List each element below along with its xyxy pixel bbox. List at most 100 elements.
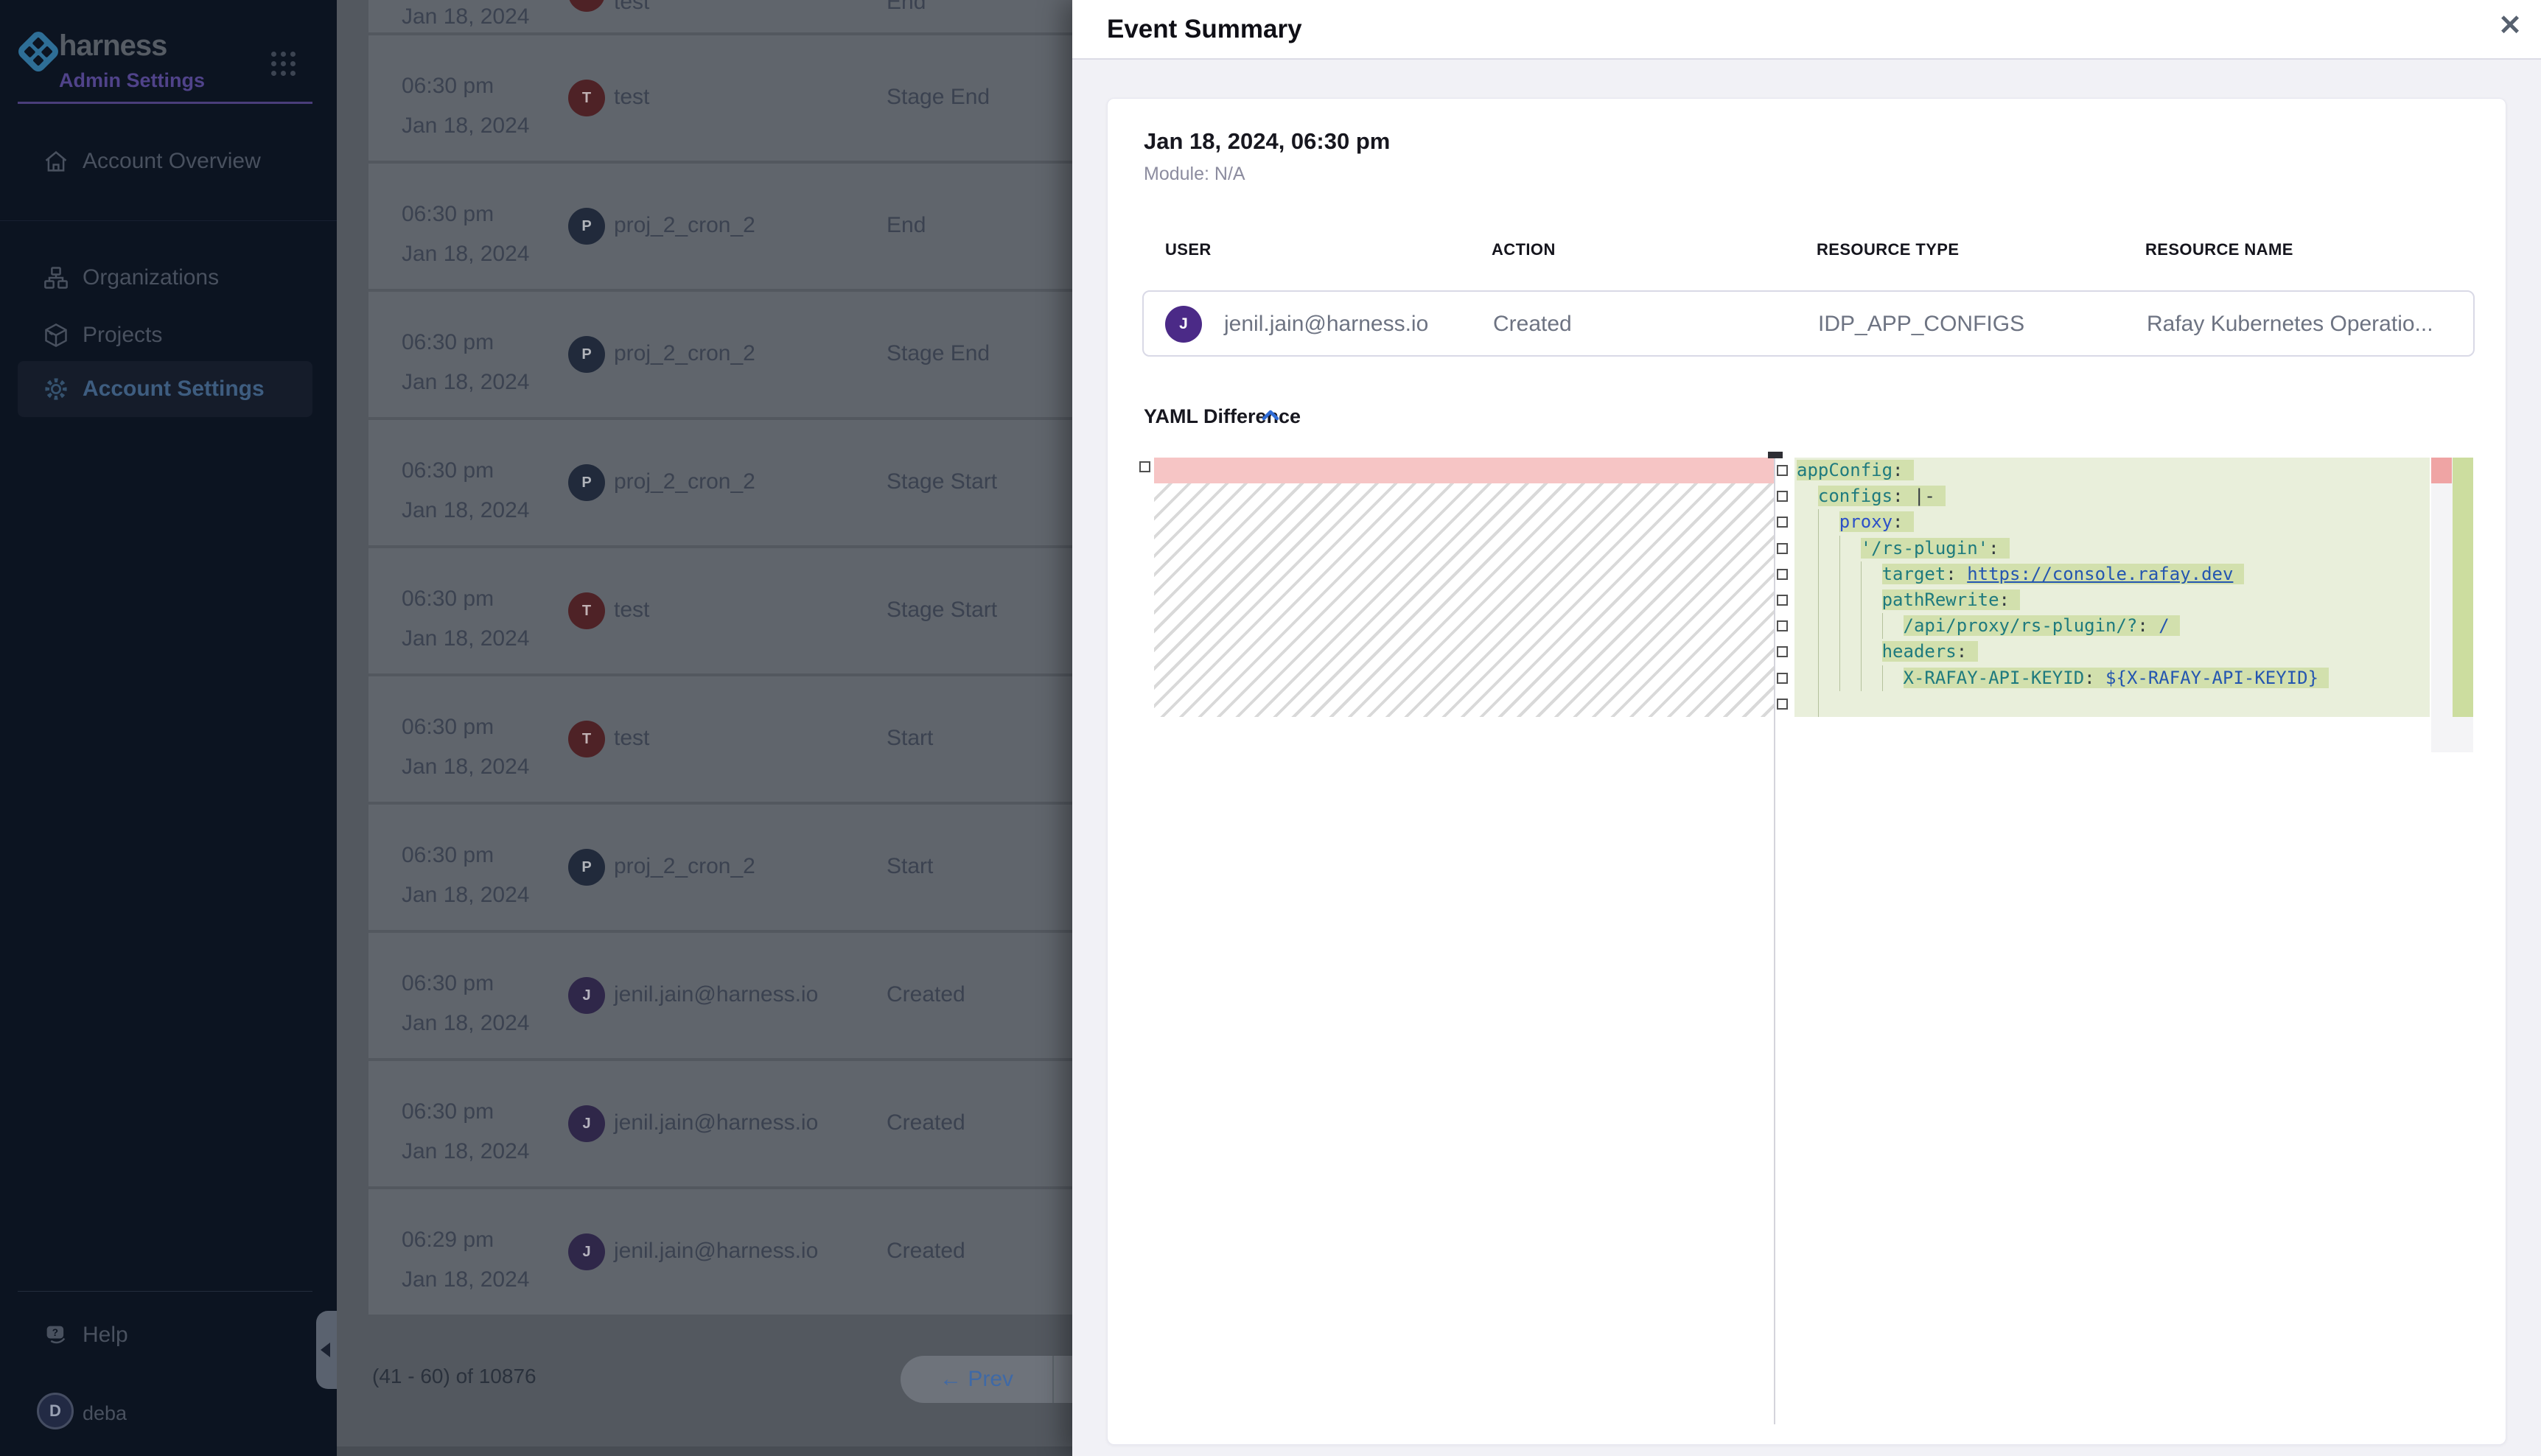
- diff-line-marker[interactable]: [1777, 465, 1788, 476]
- row-user: test: [614, 598, 649, 623]
- avatar: J: [1165, 306, 1202, 343]
- sidebar-item-projects[interactable]: Projects: [18, 312, 312, 359]
- row-date: Jan 18, 2024: [402, 883, 529, 908]
- row-date: Jan 18, 2024: [402, 1139, 529, 1164]
- pagination-divider: [1052, 1356, 1054, 1403]
- row-action: Start: [887, 854, 933, 879]
- diff-added-line: pathRewrite:: [1794, 587, 2430, 613]
- audit-row[interactable]: 06:30 pmJan 18, 2024Pproj_2_cron_2Stage …: [368, 420, 1072, 545]
- sidebar-item-organizations[interactable]: Organizations: [18, 254, 312, 301]
- row-date: Jan 18, 2024: [402, 1267, 529, 1292]
- avatar: T: [568, 80, 605, 116]
- sidebar-item-account-overview[interactable]: Account Overview: [18, 138, 312, 185]
- diff-added-line: appConfig:: [1794, 458, 2430, 483]
- audit-row[interactable]: 06:30 pmJan 18, 2024TtestStage End: [368, 35, 1072, 161]
- collapse-arrow-icon: [321, 1343, 330, 1357]
- row-user: jenil.jain@harness.io: [614, 982, 818, 1007]
- close-icon[interactable]: ✕: [2498, 12, 2522, 40]
- row-action: Stage Start: [887, 469, 997, 494]
- row-user: jenil.jain@harness.io: [614, 1239, 818, 1264]
- row-action: Stage Start: [887, 598, 997, 623]
- row-user: test: [614, 85, 649, 110]
- diff-line-marker[interactable]: [1777, 673, 1788, 684]
- diff-sash-handle[interactable]: [1768, 452, 1783, 458]
- user-avatar: D: [37, 1393, 74, 1429]
- audit-row[interactable]: 06:29 pmJan 18, 2024Jjenil.jain@harness.…: [368, 1189, 1072, 1315]
- event-user: jenil.jain@harness.io: [1224, 312, 1428, 337]
- chevron-up-icon[interactable]: [1261, 409, 1280, 426]
- diff-line-marker[interactable]: [1777, 646, 1788, 657]
- audit-row[interactable]: 06:30 pmJan 18, 2024TtestStage Start: [368, 548, 1072, 673]
- diff-pane-divider[interactable]: [1774, 452, 1775, 1424]
- sidebar-item-account-settings[interactable]: Account Settings: [18, 361, 312, 417]
- indent-guide: [1818, 613, 1819, 639]
- row-action: Created: [887, 982, 965, 1007]
- indent-guide: [1839, 536, 1840, 561]
- indent-guide: [1818, 561, 1819, 587]
- diff-line-marker[interactable]: [1777, 569, 1788, 580]
- audit-row[interactable]: 06:30 pmJan 18, 2024Jjenil.jain@harness.…: [368, 1061, 1072, 1186]
- indent-guide: [1818, 665, 1819, 691]
- row-action: Created: [887, 1110, 965, 1135]
- row-action: Created: [887, 1239, 965, 1264]
- audit-row[interactable]: 06:30 pmJan 18, 2024TtestStart: [368, 676, 1072, 802]
- row-action: Stage End: [887, 341, 990, 366]
- drawer-title: Event Summary: [1107, 15, 1302, 44]
- row-time: 06:30 pm: [402, 330, 494, 355]
- audit-row[interactable]: 06:30 pmJan 18, 2024Pproj_2_cron_2End: [368, 164, 1072, 289]
- event-resource-type: IDP_APP_CONFIGS: [1818, 312, 2024, 337]
- page-bottom-strip: [337, 1446, 1072, 1456]
- audit-row[interactable]: Jan 18, 2024TtestEnd: [368, 0, 1072, 32]
- row-user: test: [614, 0, 649, 15]
- diff-added-line: proxy:: [1794, 509, 2430, 535]
- diff-line-marker[interactable]: [1777, 491, 1788, 502]
- row-user: proj_2_cron_2: [614, 213, 755, 238]
- app-grid-icon[interactable]: [271, 52, 296, 76]
- event-resource-name: Rafay Kubernetes Operatio...: [2147, 312, 2433, 337]
- event-module: Module: N/A: [1144, 164, 1245, 185]
- row-time: 06:30 pm: [402, 843, 494, 868]
- diff-line-marker[interactable]: [1777, 620, 1788, 631]
- row-user: test: [614, 726, 649, 751]
- diff-added-line: X-RAFAY-API-KEYID: ${X-RAFAY-API-KEYID}: [1794, 665, 2430, 691]
- audit-rows: Jan 18, 2024TtestEnd06:30 pmJan 18, 2024…: [368, 0, 1072, 1317]
- row-time: 06:30 pm: [402, 971, 494, 996]
- row-user: proj_2_cron_2: [614, 469, 755, 494]
- row-time: 06:30 pm: [402, 458, 494, 483]
- row-date: Jan 18, 2024: [402, 626, 529, 651]
- sidebar-collapse-toggle[interactable]: [316, 1311, 337, 1389]
- diff-fold-marker[interactable]: [1139, 461, 1150, 472]
- avatar: T: [568, 0, 605, 12]
- diff-line-marker[interactable]: [1777, 517, 1788, 528]
- column-header-user: USER: [1165, 240, 1212, 259]
- audit-row[interactable]: 06:30 pmJan 18, 2024Pproj_2_cron_2Stage …: [368, 292, 1072, 417]
- pagination-range: (41 - 60) of 10876: [372, 1365, 536, 1388]
- home-icon: [43, 148, 69, 175]
- indent-guide: [1818, 536, 1819, 561]
- indent-guide: [1839, 639, 1840, 665]
- event-action: Created: [1493, 312, 1572, 337]
- sidebar-accent-divider: [18, 102, 312, 104]
- row-time: 06:30 pm: [402, 74, 494, 99]
- diff-line-marker[interactable]: [1777, 699, 1788, 710]
- sidebar-item-label: Organizations: [83, 265, 219, 290]
- indent-guide: [1839, 665, 1840, 691]
- column-header-resource-name: RESOURCE NAME: [2145, 240, 2293, 259]
- audit-row[interactable]: 06:30 pmJan 18, 2024Jjenil.jain@harness.…: [368, 933, 1072, 1058]
- diff-line-marker[interactable]: [1777, 543, 1788, 554]
- row-time: 06:30 pm: [402, 715, 494, 740]
- prev-page-button[interactable]: ← Prev: [901, 1356, 1052, 1403]
- event-table-row[interactable]: J jenil.jain@harness.io Created IDP_APP_…: [1142, 290, 2475, 357]
- page-1-button[interactable]: 1: [1060, 1356, 1072, 1403]
- avatar: P: [568, 464, 605, 501]
- diff-line-marker[interactable]: [1777, 595, 1788, 606]
- indent-guide: [1818, 587, 1819, 613]
- indent-guide: [1882, 665, 1883, 691]
- row-user: proj_2_cron_2: [614, 854, 755, 879]
- gear-icon: [43, 376, 69, 402]
- ruler-added-mark: [2453, 458, 2473, 717]
- diff-overview-ruler[interactable]: [2431, 458, 2473, 752]
- sidebar-item-help[interactable]: ? Help: [18, 1312, 239, 1359]
- audit-row[interactable]: 06:30 pmJan 18, 2024Pproj_2_cron_2Start: [368, 805, 1072, 930]
- indent-guide: [1839, 587, 1840, 613]
